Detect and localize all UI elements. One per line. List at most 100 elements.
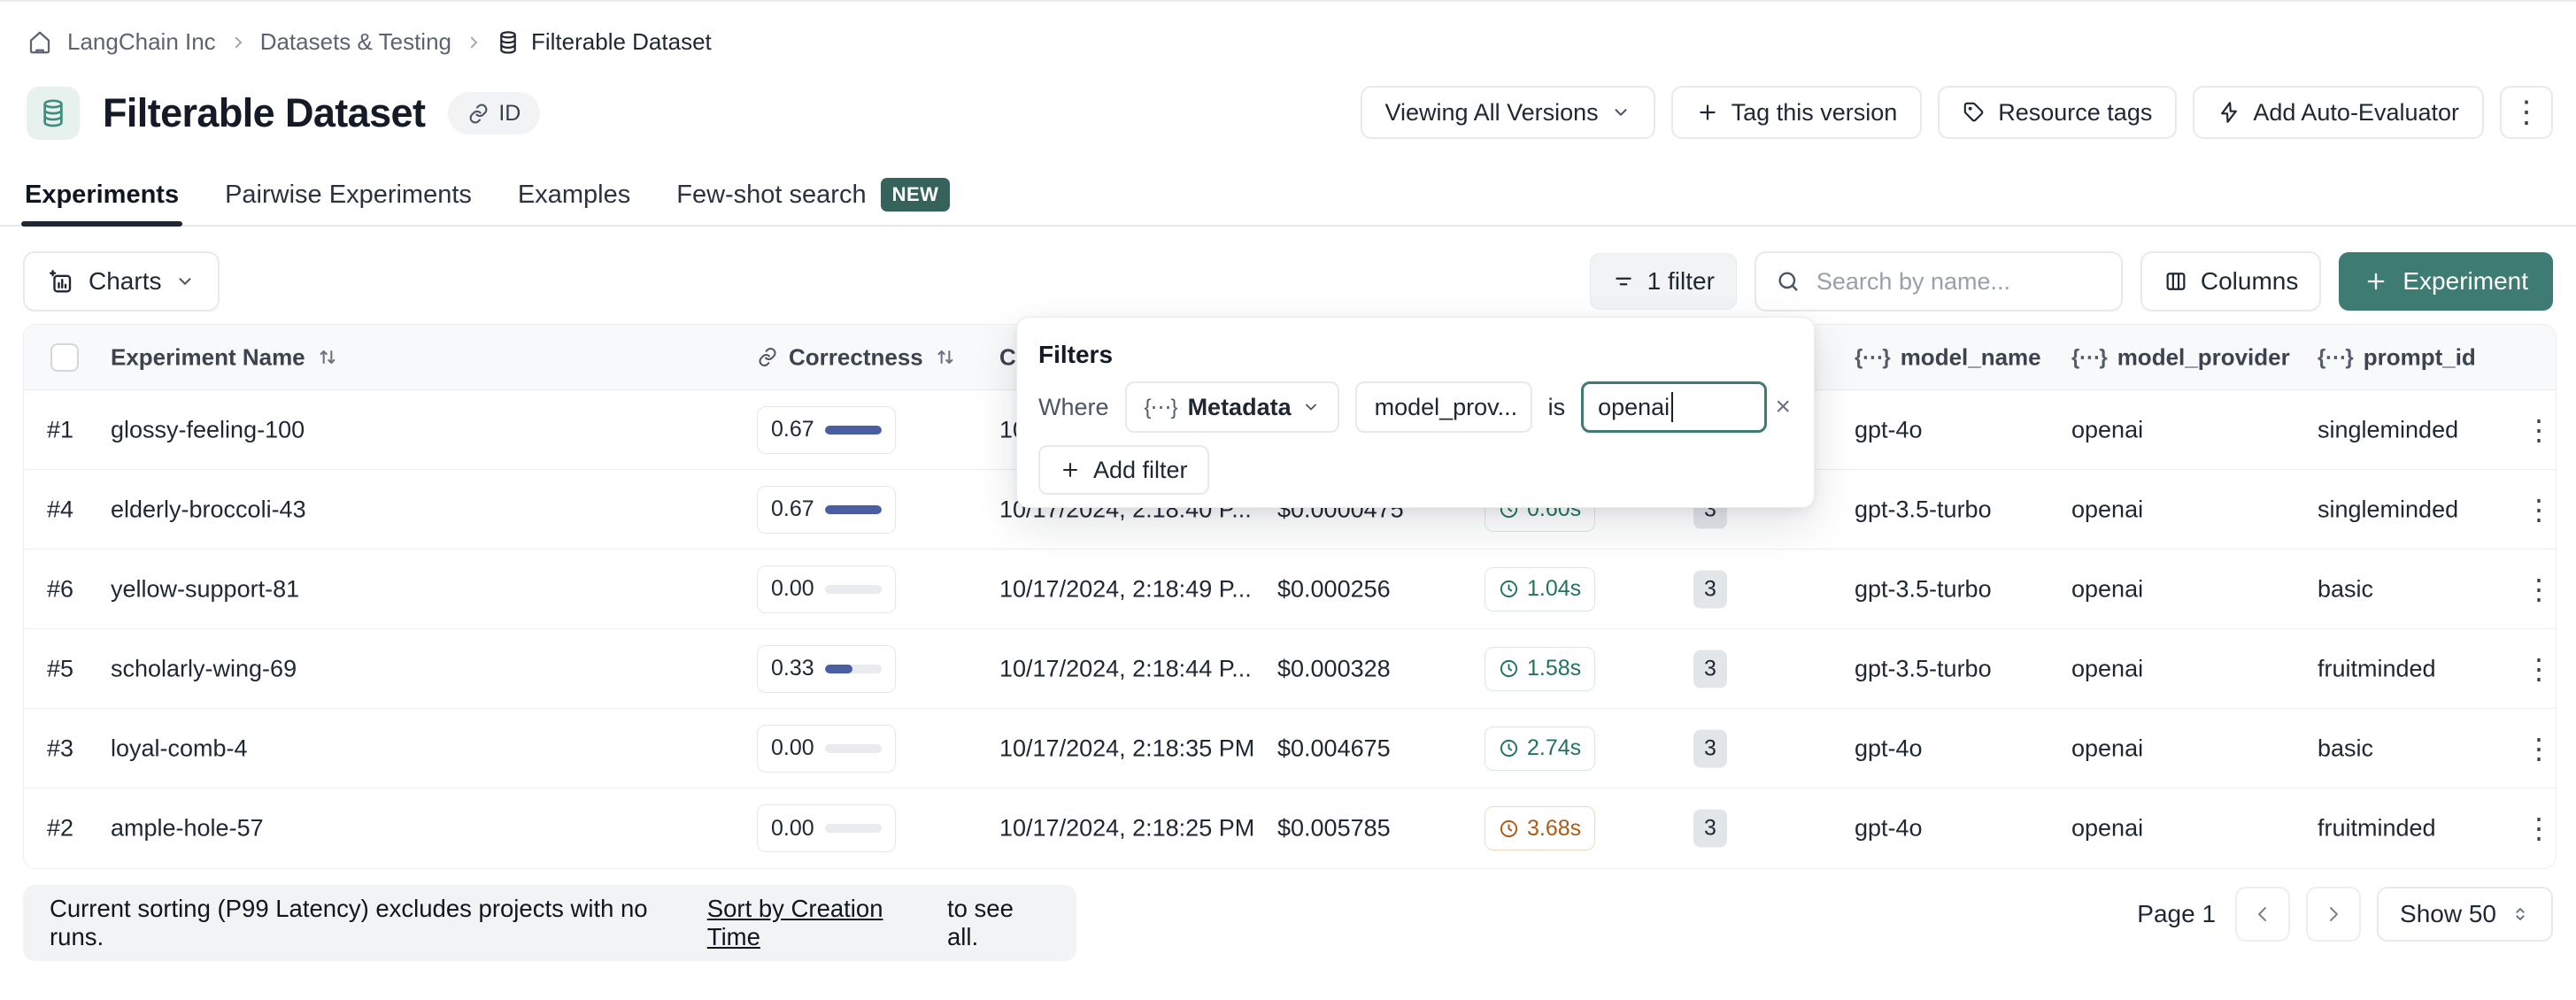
created-at: 10/17/2024, 2:18:49 P... xyxy=(999,575,1252,603)
filter-key-dropdown[interactable]: model_prov... xyxy=(1355,381,1532,433)
correctness-value: 0.00 xyxy=(771,816,814,842)
resource-tags-button[interactable]: Resource tags xyxy=(1938,86,2177,139)
tab-examples[interactable]: Examples xyxy=(518,177,630,225)
search-input[interactable] xyxy=(1815,267,2102,296)
experiment-name-link[interactable]: glossy-feeling-100 xyxy=(111,416,305,443)
chevron-down-icon xyxy=(1611,103,1631,122)
id-badge-label: ID xyxy=(498,101,521,127)
correctness-score: 0.33 xyxy=(757,645,896,693)
filter-category-dropdown[interactable]: {⋯} Metadata xyxy=(1125,381,1339,433)
row-kebab-icon[interactable]: ⋮ xyxy=(2525,814,2553,842)
sort-by-creation-time-link[interactable]: Sort by Creation Time xyxy=(707,895,939,951)
experiment-rank: #3 xyxy=(47,735,73,762)
correctness-bar xyxy=(825,744,882,753)
correctness-bar-fill xyxy=(825,426,882,435)
table-row[interactable]: #6 yellow-support-81 0.00 10/17/2024, 2:… xyxy=(24,550,2556,629)
created-at: 10/17/2024, 2:18:35 PM xyxy=(999,735,1254,762)
charts-button[interactable]: Charts xyxy=(23,251,220,312)
breadcrumb-org[interactable]: LangChain Inc xyxy=(67,28,216,56)
row-kebab-icon[interactable]: ⋮ xyxy=(2525,575,2553,604)
model-provider-value: openai xyxy=(2071,655,2143,682)
correctness-bar xyxy=(825,426,882,435)
correctness-score: 0.00 xyxy=(757,565,896,613)
filters-popup: Filters Where {⋯} Metadata model_prov...… xyxy=(1016,317,1815,508)
latency-value: 1.58s xyxy=(1527,656,1581,681)
page-size-select[interactable]: Show 50 xyxy=(2377,887,2553,942)
tag-icon xyxy=(1963,101,1986,124)
created-at: 10/17/2024, 2:18:44 P... xyxy=(999,655,1252,682)
correctness-value: 0.33 xyxy=(771,656,814,681)
col-model-provider[interactable]: model_provider xyxy=(2117,343,2290,371)
viewing-versions-button[interactable]: Viewing All Versions xyxy=(1361,86,1655,139)
chevron-down-icon xyxy=(175,272,195,291)
metadata-icon: {⋯} xyxy=(1855,344,1890,370)
filter-icon xyxy=(1612,270,1635,293)
breadcrumb-section[interactable]: Datasets & Testing xyxy=(260,28,451,56)
correctness-bar xyxy=(825,505,882,514)
row-kebab-icon[interactable]: ⋮ xyxy=(2525,735,2553,763)
prompt-id-value: basic xyxy=(2318,575,2373,603)
filter-category-label: Metadata xyxy=(1188,394,1292,421)
add-filter-button[interactable]: Add filter xyxy=(1038,445,1209,495)
tag-version-label: Tag this version xyxy=(1731,99,1898,127)
tab-fewshot-search[interactable]: Few-shot search NEW xyxy=(676,177,950,225)
select-all-checkbox[interactable] xyxy=(50,343,79,372)
search-box xyxy=(1755,251,2123,312)
row-kebab-icon[interactable]: ⋮ xyxy=(2525,416,2553,444)
sort-icon[interactable] xyxy=(316,346,339,369)
col-created-fragment[interactable]: C xyxy=(999,343,1016,371)
sort-icon[interactable] xyxy=(934,346,957,369)
table-row[interactable]: #3 loyal-comb-4 0.00 10/17/2024, 2:18:35… xyxy=(24,709,2556,788)
plus-icon xyxy=(1696,101,1719,124)
dataset-icon xyxy=(27,87,80,140)
tab-pairwise-experiments[interactable]: Pairwise Experiments xyxy=(225,177,472,225)
tag-version-button[interactable]: Tag this version xyxy=(1671,86,1923,139)
col-experiment-name[interactable]: Experiment Name xyxy=(111,343,305,371)
viewing-versions-label: Viewing All Versions xyxy=(1385,99,1599,127)
run-count-badge: 3 xyxy=(1693,570,1727,608)
next-page-button[interactable] xyxy=(2306,887,2361,942)
experiment-name-link[interactable]: scholarly-wing-69 xyxy=(111,655,297,682)
latency-badge: 3.68s xyxy=(1485,806,1595,850)
experiment-name-link[interactable]: elderly-broccoli-43 xyxy=(111,496,306,523)
cost-value: $0.005785 xyxy=(1277,815,1391,842)
experiment-name-link[interactable]: yellow-support-81 xyxy=(111,575,299,603)
more-actions-button[interactable]: ⋮ xyxy=(2500,86,2553,139)
model-name-value: gpt-3.5-turbo xyxy=(1855,496,1992,523)
columns-button[interactable]: Columns xyxy=(2140,251,2321,312)
add-auto-evaluator-button[interactable]: Add Auto-Evaluator xyxy=(2193,86,2484,139)
tab-examples-label: Examples xyxy=(518,181,630,210)
tab-experiments[interactable]: Experiments xyxy=(25,177,179,225)
experiment-name-link[interactable]: ample-hole-57 xyxy=(111,815,264,842)
correctness-value: 0.00 xyxy=(771,735,814,761)
row-kebab-icon[interactable]: ⋮ xyxy=(2525,496,2553,524)
model-provider-value: openai xyxy=(2071,735,2143,762)
row-kebab-icon[interactable]: ⋮ xyxy=(2525,655,2553,683)
model-provider-value: openai xyxy=(2071,815,2143,842)
tab-bar: Experiments Pairwise Experiments Example… xyxy=(0,177,2576,227)
home-icon[interactable] xyxy=(27,29,53,56)
table-row[interactable]: #5 scholarly-wing-69 0.33 10/17/2024, 2:… xyxy=(24,629,2556,709)
remove-filter-icon[interactable]: × xyxy=(1775,394,1791,420)
table-row[interactable]: #2 ample-hole-57 0.00 10/17/2024, 2:18:2… xyxy=(24,788,2556,868)
new-experiment-button[interactable]: Experiment xyxy=(2339,252,2553,311)
model-provider-value: openai xyxy=(2071,496,2143,523)
filter-count-button[interactable]: 1 filter xyxy=(1590,253,1737,310)
prev-page-button[interactable] xyxy=(2235,887,2290,942)
col-prompt-id[interactable]: prompt_id xyxy=(2364,343,2476,371)
breadcrumb-current: Filterable Dataset xyxy=(496,28,712,56)
col-model-name[interactable]: model_name xyxy=(1901,343,2041,371)
header-actions: Viewing All Versions Tag this version Re… xyxy=(1361,86,2554,139)
correctness-score: 0.00 xyxy=(757,804,896,852)
sorting-notice-text: Current sorting (P99 Latency) excludes p… xyxy=(50,895,699,951)
experiment-name-link[interactable]: loyal-comb-4 xyxy=(111,735,248,762)
plus-icon xyxy=(2364,269,2388,294)
experiment-rank: #1 xyxy=(47,416,73,443)
filter-value-input[interactable]: openai xyxy=(1581,381,1767,433)
chevron-right-icon xyxy=(466,35,482,50)
model-provider-value: openai xyxy=(2071,575,2143,603)
charts-button-label: Charts xyxy=(89,267,161,296)
run-count-badge: 3 xyxy=(1693,810,1727,848)
id-badge[interactable]: ID xyxy=(448,92,540,135)
col-correctness[interactable]: Correctness xyxy=(789,343,923,371)
